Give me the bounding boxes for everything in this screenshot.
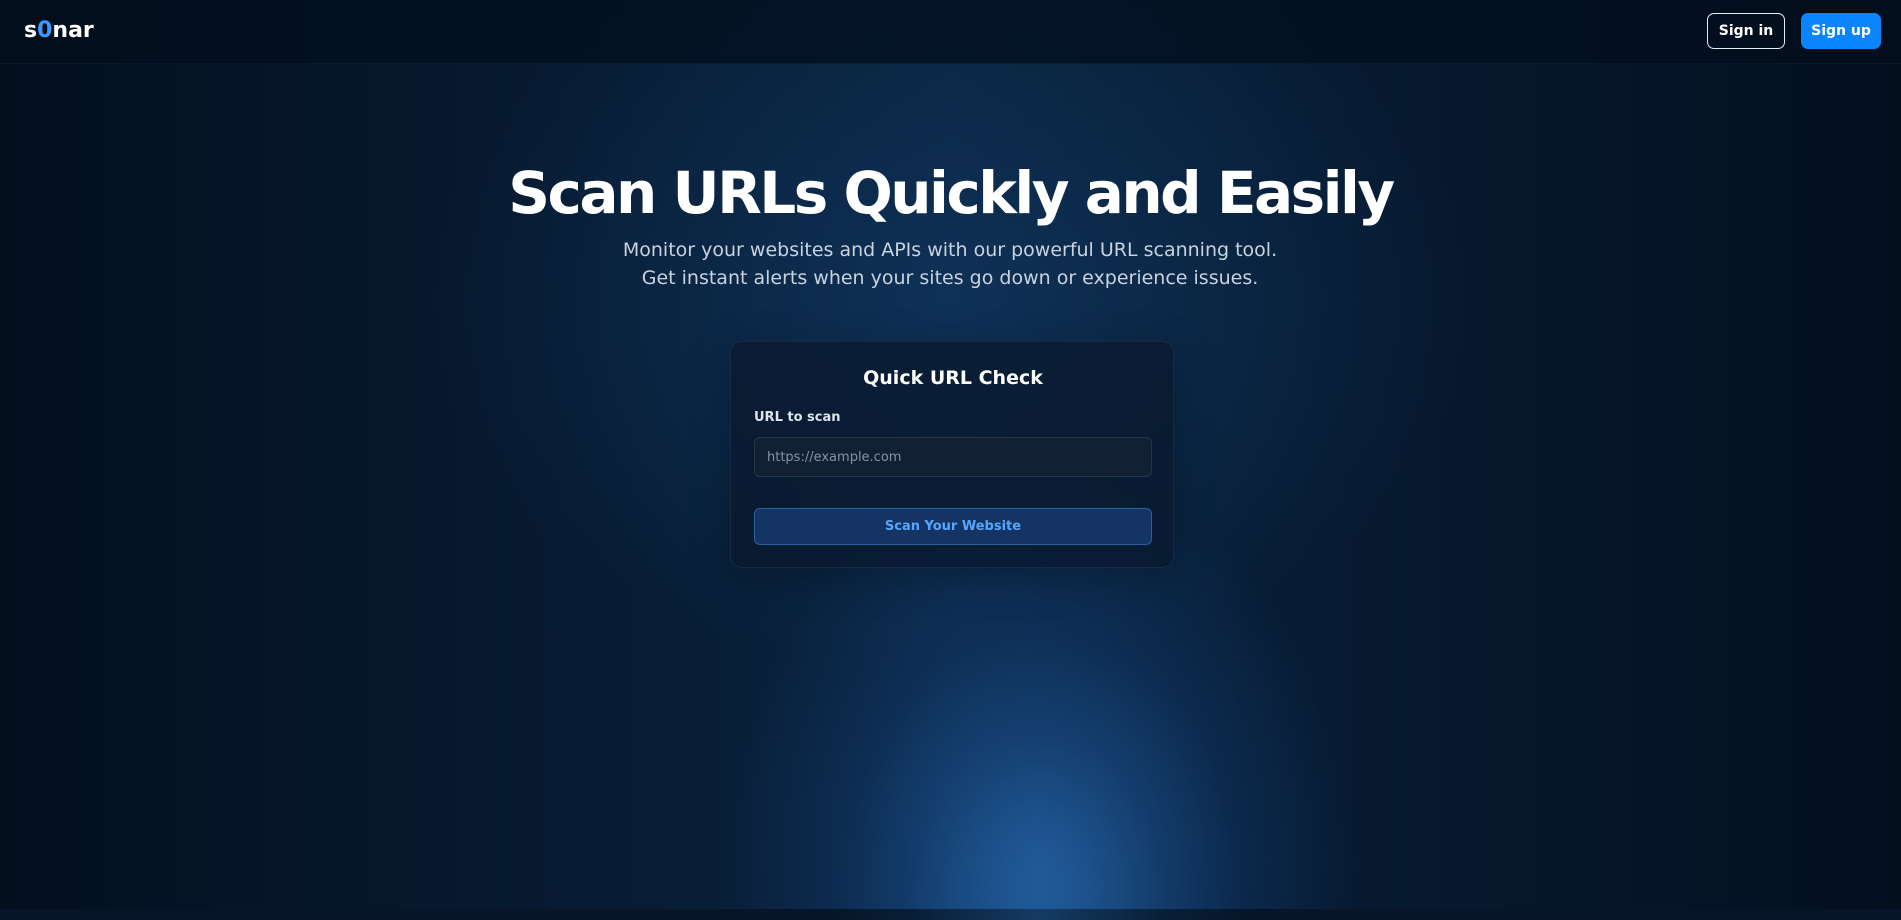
sign-in-button[interactable]: Sign in xyxy=(1707,13,1785,49)
logo-prefix: s xyxy=(24,18,38,43)
scan-website-button[interactable]: Scan Your Website xyxy=(754,508,1152,545)
quick-url-check-card: Quick URL Check URL to scan Scan Your We… xyxy=(730,341,1174,568)
hero-title: Scan URLs Quickly and Easily xyxy=(508,159,1395,227)
logo-suffix: nar xyxy=(52,18,94,43)
url-input[interactable] xyxy=(754,437,1152,477)
card-title: Quick URL Check xyxy=(863,367,1043,389)
sign-up-button[interactable]: Sign up xyxy=(1801,13,1881,49)
top-navbar: s0nar Sign in Sign up xyxy=(0,0,1901,64)
brand-logo[interactable]: s0nar xyxy=(24,18,94,43)
logo-accent: 0 xyxy=(37,18,53,43)
hero-subtitle: Monitor your websites and APIs with our … xyxy=(622,239,1278,289)
url-field-label: URL to scan xyxy=(754,410,841,425)
